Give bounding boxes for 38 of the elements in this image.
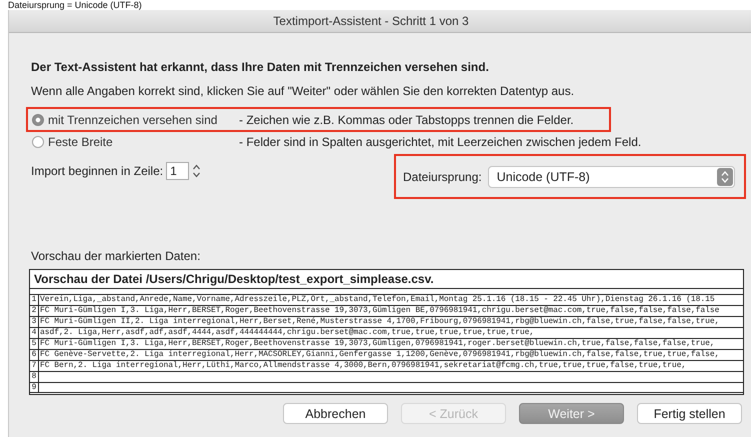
line-number: 8 (30, 372, 39, 382)
line-number: 3 (30, 317, 39, 327)
preview-row-text: FC Muri-Gümligen II,2. Liga interregional,Herr,Berset,René,Musterstrasse 4,1700,Fribourg,0796981941,rbg@bluewin.ch,false,true,false,false,true, (39, 317, 720, 327)
preview-row-text: FC Genève-Servette,2. Liga interregional,Herr,MACSORLEY,Gianni,Genfergasse 1,1200,Genève,0796981941,rbg@bluewin.ch,false,false,true,true,false, (39, 350, 720, 360)
stepper-icon[interactable] (192, 163, 202, 179)
file-origin-dropdown[interactable]: Unicode (UTF-8) (488, 166, 735, 188)
start-row-label: Import beginnen in Zeile: (31, 164, 164, 178)
line-number: 2 (30, 306, 39, 316)
dialog-button[interactable]: Abbrechen (283, 403, 388, 424)
option-description: - Zeichen wie z.B. Kommas oder Tabstopps trennen die Felder. (239, 112, 574, 126)
preview-row-text: Verein,Liga,_abstand,Anrede,Name,Vorname,Adresszeile,PLZ,Ort,_abstand,Telefon,Email,Montag 25.1.16 (18.15 - 22.45 Uhr),Dienstag 26.1.16 (18.15 (39, 295, 715, 305)
start-row-field[interactable]: 1 (166, 162, 190, 180)
preview-title: Vorschau der Datei /Users/Chrigu/Desktop/test_export_simplease.csv. (30, 270, 743, 289)
dialog-button[interactable]: Fertig stellen (637, 403, 742, 424)
preview-row-text: FC Muri-Gümligen I,3. Liga,Herr,BERSET,Roger,Beethovenstrasse 19,3073,Gümligen BE,0796981941,chrigu.berset@mac.com,true,false,false,false,false (39, 306, 720, 316)
radio-button[interactable] (32, 114, 44, 126)
heading-text: Der Text-Assistent hat erkannt, dass Ihre Daten mit Trennzeichen versehen sind. (31, 60, 490, 74)
preview-label: Vorschau der markierten Daten: (31, 249, 202, 263)
caption-text: Dateiursprung = Unicode (UTF-8) (8, 0, 143, 10)
line-number: 9 (30, 383, 39, 392)
radio-option[interactable]: Feste Breite (32, 135, 239, 149)
preview-row-text: FC Bern,2. Liga interregional,Herr,Lüthi,Marco,Allmendstrasse 4,3000,Bern,0796981941,sekretariat@fcmg.ch,true,true,true,false,true,true, (39, 361, 686, 371)
preview-row-text: asdf,2. Liga,Herr,asdf,adf,asdf,4444,asdf,444444444,chrigu.berset@mac.com,true,true,true,true,true,true, (39, 328, 534, 338)
line-number: 1 (30, 295, 39, 305)
line-number: 7 (30, 361, 39, 371)
window-title: Textimport-Assistent - Schritt 1 von 3 (273, 14, 469, 28)
line-number: 6 (30, 350, 39, 360)
file-origin-label: Dateiursprung: (403, 170, 482, 184)
line-number: 5 (30, 339, 39, 349)
option-description: - Felder sind in Spalten ausgerichtet, mit Leerzeichen zwischen jedem Feld. (239, 135, 642, 149)
instruction-text: Wenn alle Angaben korrekt sind, klicken Sie auf "Weiter" oder wählen Sie den korrekten Datentyp aus. (31, 84, 576, 98)
preview-row-text: FC Muri-Gümligen I,3. Liga,Herr,BERSET,Roger,Beethovenstrasse 19,3073,Gümligen,0796981941,roger.berset@bluewin.ch,true,false,false,false,true, (39, 339, 715, 349)
radio-button[interactable] (32, 136, 44, 148)
radio-label: mit Trennzeichen versehen sind (48, 112, 218, 126)
dropdown-arrows-icon[interactable] (716, 168, 733, 186)
line-number: 4 (30, 328, 39, 338)
radio-option[interactable]: mit Trennzeichen versehen sind (32, 112, 239, 126)
radio-label: Feste Breite (48, 135, 113, 149)
